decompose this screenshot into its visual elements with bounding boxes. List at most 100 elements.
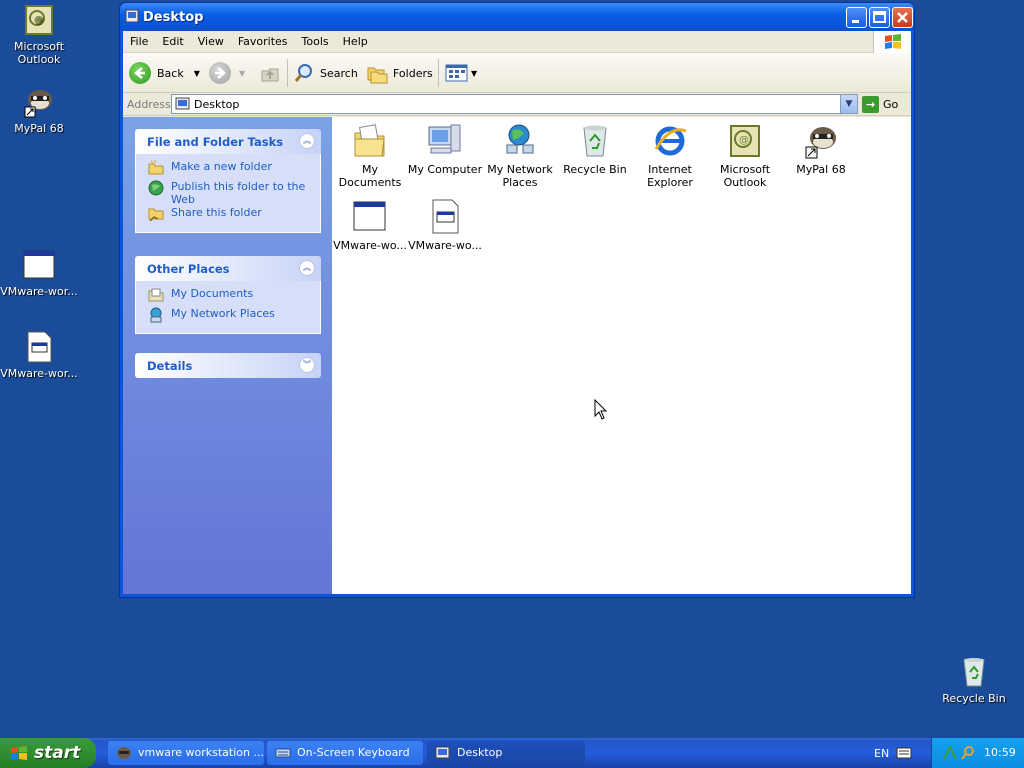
start-label: start (34, 743, 81, 763)
file-my-computer[interactable]: My Computer (407, 123, 483, 176)
menu-help[interactable]: Help (336, 31, 375, 52)
my-documents-icon (352, 123, 388, 159)
up-folder-button[interactable] (259, 61, 281, 85)
panel-header[interactable]: File and Folder Tasks ︽ (135, 129, 321, 154)
minimize-button[interactable] (846, 7, 867, 28)
folders-icon (367, 67, 388, 84)
back-dropdown-icon[interactable]: ▼ (194, 69, 200, 78)
desktop-icon-label: Recycle Bin (942, 692, 1006, 705)
new-folder-icon (148, 160, 164, 175)
network-places-icon (150, 307, 162, 323)
mypal-icon (803, 123, 839, 159)
menu-view[interactable]: View (191, 31, 231, 52)
start-button[interactable]: start (0, 738, 96, 768)
windows-flag-icon (11, 746, 27, 760)
mouse-cursor-icon (594, 399, 608, 420)
details-panel: Details ︾ (135, 353, 321, 378)
file-internet-explorer[interactable]: Internet Explorer (632, 123, 708, 189)
menu-favorites[interactable]: Favorites (231, 31, 295, 52)
search-icon (294, 64, 312, 82)
address-input[interactable]: Desktop ▼ (171, 94, 858, 114)
clock[interactable]: 10:59 (984, 746, 1016, 759)
file-microsoft-outlook[interactable]: @ Microsoft Outlook (707, 123, 783, 189)
forward-button[interactable]: ▼ (209, 61, 245, 85)
svg-text:@: @ (34, 15, 43, 25)
other-places-panel: Other Places ︽ My Documents My Network P… (135, 256, 321, 334)
panel-body: My Documents My Network Places (135, 281, 321, 334)
title-bar[interactable]: Desktop (120, 3, 914, 31)
back-button[interactable]: Back ▼ (129, 61, 200, 85)
taskbar: start vmware workstation ... On-Screen K… (0, 738, 1024, 768)
panel-title: File and Folder Tasks (147, 135, 284, 149)
go-arrow-icon: → (862, 96, 879, 113)
address-dropdown-icon[interactable]: ▼ (840, 95, 857, 113)
collapse-chevron-icon[interactable]: ︽ (299, 260, 315, 276)
file-recycle-bin[interactable]: Recycle Bin (557, 123, 633, 176)
file-folder-tasks-panel: File and Folder Tasks ︽ Make a new folde… (135, 129, 321, 233)
menu-edit[interactable]: Edit (155, 31, 190, 52)
search-button[interactable]: Search (293, 61, 358, 85)
back-arrow-icon (129, 62, 151, 84)
forward-dropdown-icon[interactable]: ▼ (239, 69, 245, 78)
my-computer-icon (427, 123, 463, 159)
file-list-area[interactable]: My Documents My Computer My Network Plac… (332, 117, 911, 594)
svg-text:@: @ (739, 135, 749, 146)
collapse-chevron-icon[interactable]: ︽ (299, 133, 315, 149)
file-my-network-places[interactable]: My Network Places (482, 123, 558, 189)
file-vmware-1[interactable]: VMware-wo... (332, 199, 408, 252)
place-my-documents[interactable]: My Documents (136, 287, 320, 307)
task-make-new-folder[interactable]: Make a new folder (136, 160, 320, 180)
search-label: Search (320, 66, 358, 80)
internet-explorer-icon (652, 123, 688, 159)
address-value: Desktop (194, 98, 240, 111)
back-label: Back (157, 66, 184, 80)
window-app-icon (23, 249, 55, 281)
panel-header[interactable]: Details ︾ (135, 353, 321, 378)
menu-tools[interactable]: Tools (295, 31, 336, 52)
desktop-icon-label: VMware-wor... (0, 367, 78, 380)
menu-file[interactable]: File (123, 31, 155, 52)
toolbar-separator (287, 59, 288, 87)
explorer-window: Desktop File Edit View Favorites Tools Help B… (119, 2, 915, 598)
network-tray-icon[interactable] (942, 745, 958, 761)
task-pane: File and Folder Tasks ︽ Make a new folde… (123, 117, 332, 594)
desktop-icon-recycle-bin[interactable]: Recycle Bin (934, 656, 1014, 705)
task-on-screen-keyboard[interactable]: On-Screen Keyboard (267, 741, 423, 765)
close-button[interactable] (892, 7, 913, 28)
task-publish-to-web[interactable]: Publish this folder to the Web (136, 180, 320, 206)
document-icon (23, 331, 55, 363)
file-mypal[interactable]: MyPal 68 (783, 123, 859, 176)
maximize-button[interactable] (869, 7, 890, 28)
search-tray-icon[interactable] (960, 745, 976, 761)
place-my-network-places[interactable]: My Network Places (136, 307, 320, 327)
globe-icon (148, 180, 164, 196)
language-indicator[interactable]: EN (874, 747, 889, 760)
expand-chevron-icon[interactable]: ︾ (299, 357, 315, 373)
views-button[interactable]: ▼ (445, 61, 477, 85)
go-button[interactable]: → Go (862, 96, 898, 113)
desktop-icon-outlook[interactable]: @ Microsoft Outlook (0, 4, 79, 66)
folders-label: Folders (393, 66, 433, 80)
windows-logo-icon (873, 31, 911, 53)
desktop-icon-vmware-2[interactable]: VMware-wor... (0, 331, 79, 380)
panel-title: Details (147, 359, 193, 373)
desktop-icon-mypal[interactable]: MyPal 68 (0, 86, 79, 135)
views-dropdown-icon[interactable]: ▼ (471, 69, 477, 78)
keyboard-layout-icon[interactable] (896, 746, 912, 760)
task-desktop[interactable]: Desktop (427, 741, 585, 765)
task-vmware-workstation[interactable]: vmware workstation ... (108, 741, 264, 765)
go-label: Go (883, 98, 899, 111)
file-vmware-2[interactable]: VMware-wo... (407, 199, 483, 252)
window-title: Desktop (143, 10, 204, 25)
system-tray: 10:59 (931, 738, 1024, 768)
task-share-folder[interactable]: Share this folder (136, 206, 320, 226)
panel-header[interactable]: Other Places ︽ (135, 256, 321, 281)
file-my-documents[interactable]: My Documents (332, 123, 408, 189)
desktop-icon-vmware-1[interactable]: VMware-wor... (0, 249, 79, 298)
menu-bar: File Edit View Favorites Tools Help (123, 31, 911, 53)
folders-button[interactable]: Folders (366, 61, 433, 85)
mypal-icon (23, 86, 55, 118)
keyboard-icon (275, 748, 291, 758)
views-icon (445, 64, 468, 82)
network-places-icon (502, 123, 538, 159)
